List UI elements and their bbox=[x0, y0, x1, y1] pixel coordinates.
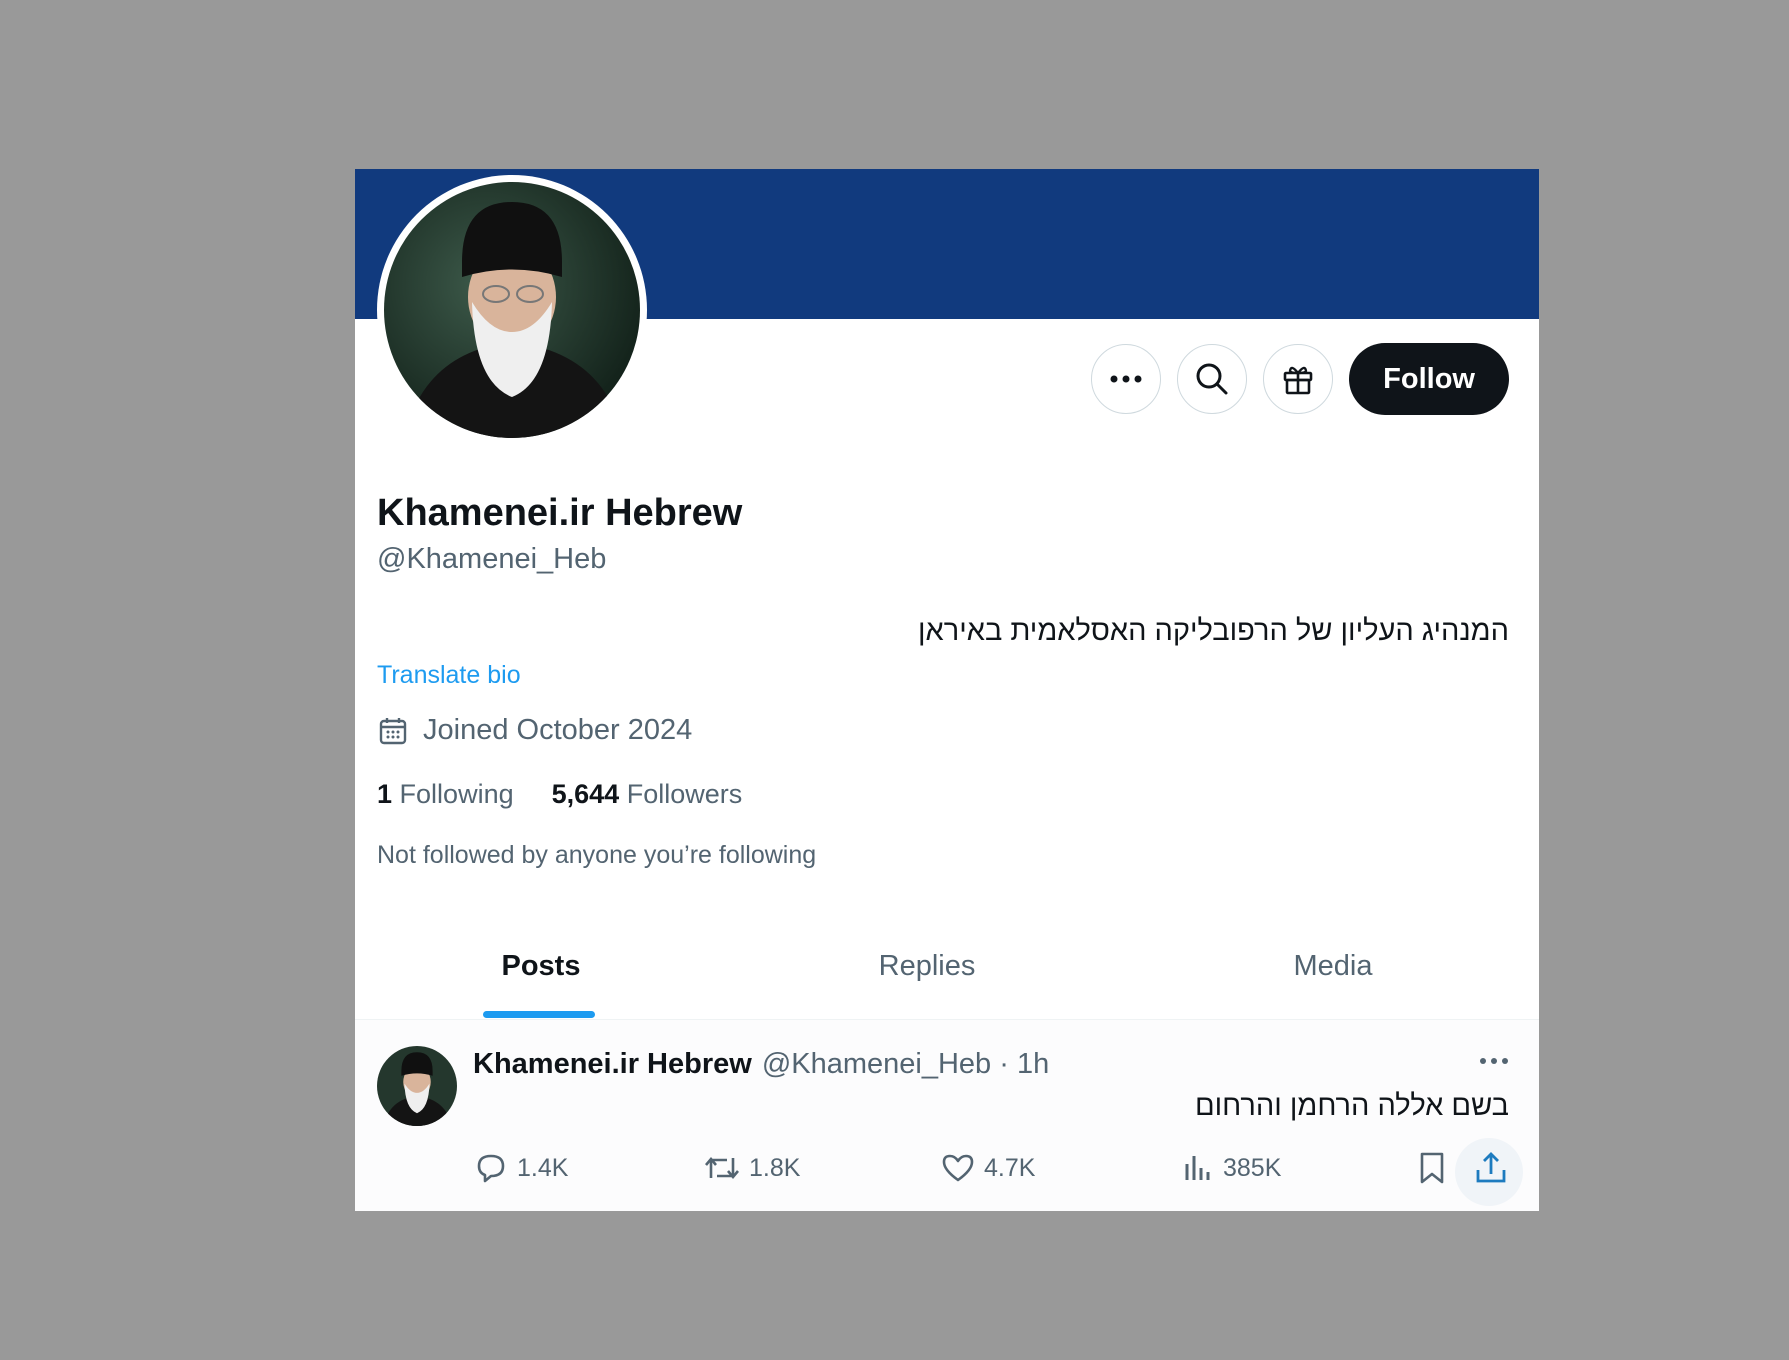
post-author-meta[interactable]: @Khamenei_Heb · 1h bbox=[762, 1048, 1049, 1081]
joined-date: Joined October 2024 bbox=[377, 714, 692, 747]
profile-actions: Follow bbox=[1091, 343, 1509, 415]
post-avatar[interactable] bbox=[377, 1046, 457, 1126]
heart-icon bbox=[942, 1154, 974, 1182]
tab-media[interactable]: Media bbox=[1127, 907, 1539, 1025]
repost-button[interactable]: 1.8K bbox=[703, 1150, 800, 1186]
active-tab-indicator bbox=[483, 1011, 595, 1018]
views-button[interactable]: 385K bbox=[1179, 1150, 1281, 1186]
following-link[interactable]: 1 Following bbox=[377, 779, 514, 810]
post-text: בשם אללה הרחמן והרחום bbox=[1194, 1090, 1509, 1122]
post-item[interactable]: Khamenei.ir Hebrew @Khamenei_Heb · 1h בש… bbox=[355, 1020, 1539, 1211]
profile-avatar[interactable] bbox=[377, 175, 647, 445]
tab-posts[interactable]: Posts bbox=[355, 907, 727, 1025]
joined-date-text: Joined October 2024 bbox=[423, 714, 693, 746]
profile-card: Follow Khamenei.ir Hebrew @Khamenei_Heb … bbox=[355, 169, 1539, 1211]
calendar-icon bbox=[379, 717, 407, 744]
repost-icon bbox=[705, 1156, 739, 1180]
views-count: 385K bbox=[1223, 1153, 1282, 1182]
more-icon bbox=[1110, 375, 1142, 383]
gift-button[interactable] bbox=[1263, 344, 1334, 414]
post-header: Khamenei.ir Hebrew @Khamenei_Heb · 1h bbox=[473, 1048, 1049, 1081]
post-avatar-image bbox=[377, 1046, 457, 1126]
repost-count: 1.8K bbox=[749, 1153, 801, 1182]
avatar-portrait-image bbox=[384, 182, 640, 438]
profile-bio: המנהיג העליון של הרפובליקה האסלאמית באיר… bbox=[917, 615, 1509, 647]
followers-link[interactable]: 5,644 Followers bbox=[552, 779, 743, 810]
post-author-name[interactable]: Khamenei.ir Hebrew bbox=[473, 1048, 752, 1081]
reply-count: 1.4K bbox=[517, 1153, 569, 1182]
like-button[interactable]: 4.7K bbox=[940, 1150, 1035, 1186]
bookmark-button[interactable] bbox=[1414, 1150, 1450, 1186]
follow-stats: 1 Following 5,644 Followers bbox=[377, 779, 742, 810]
not-followed-note: Not followed by anyone you’re following bbox=[377, 841, 817, 869]
post-actions: 1.4K 1.8K 4.7K 385K bbox=[473, 1150, 1509, 1196]
share-icon bbox=[1476, 1152, 1506, 1183]
post-more-button[interactable] bbox=[1479, 1052, 1509, 1070]
views-icon bbox=[1185, 1156, 1210, 1180]
gift-icon bbox=[1283, 366, 1313, 395]
follow-button[interactable]: Follow bbox=[1349, 343, 1509, 415]
profile-handle: @Khamenei_Heb bbox=[377, 543, 607, 575]
profile-display-name: Khamenei.ir Hebrew bbox=[377, 492, 743, 534]
more-options-button[interactable] bbox=[1091, 344, 1162, 414]
tab-replies[interactable]: Replies bbox=[727, 907, 1127, 1025]
reply-icon bbox=[477, 1154, 505, 1183]
search-button[interactable] bbox=[1177, 344, 1248, 414]
reply-button[interactable]: 1.4K bbox=[473, 1150, 568, 1186]
more-icon bbox=[1480, 1058, 1508, 1064]
translate-bio-link[interactable]: Translate bio bbox=[377, 661, 521, 690]
search-icon bbox=[1196, 363, 1228, 395]
share-button[interactable] bbox=[1473, 1150, 1509, 1186]
like-count: 4.7K bbox=[984, 1153, 1036, 1182]
bookmark-icon bbox=[1420, 1152, 1444, 1184]
